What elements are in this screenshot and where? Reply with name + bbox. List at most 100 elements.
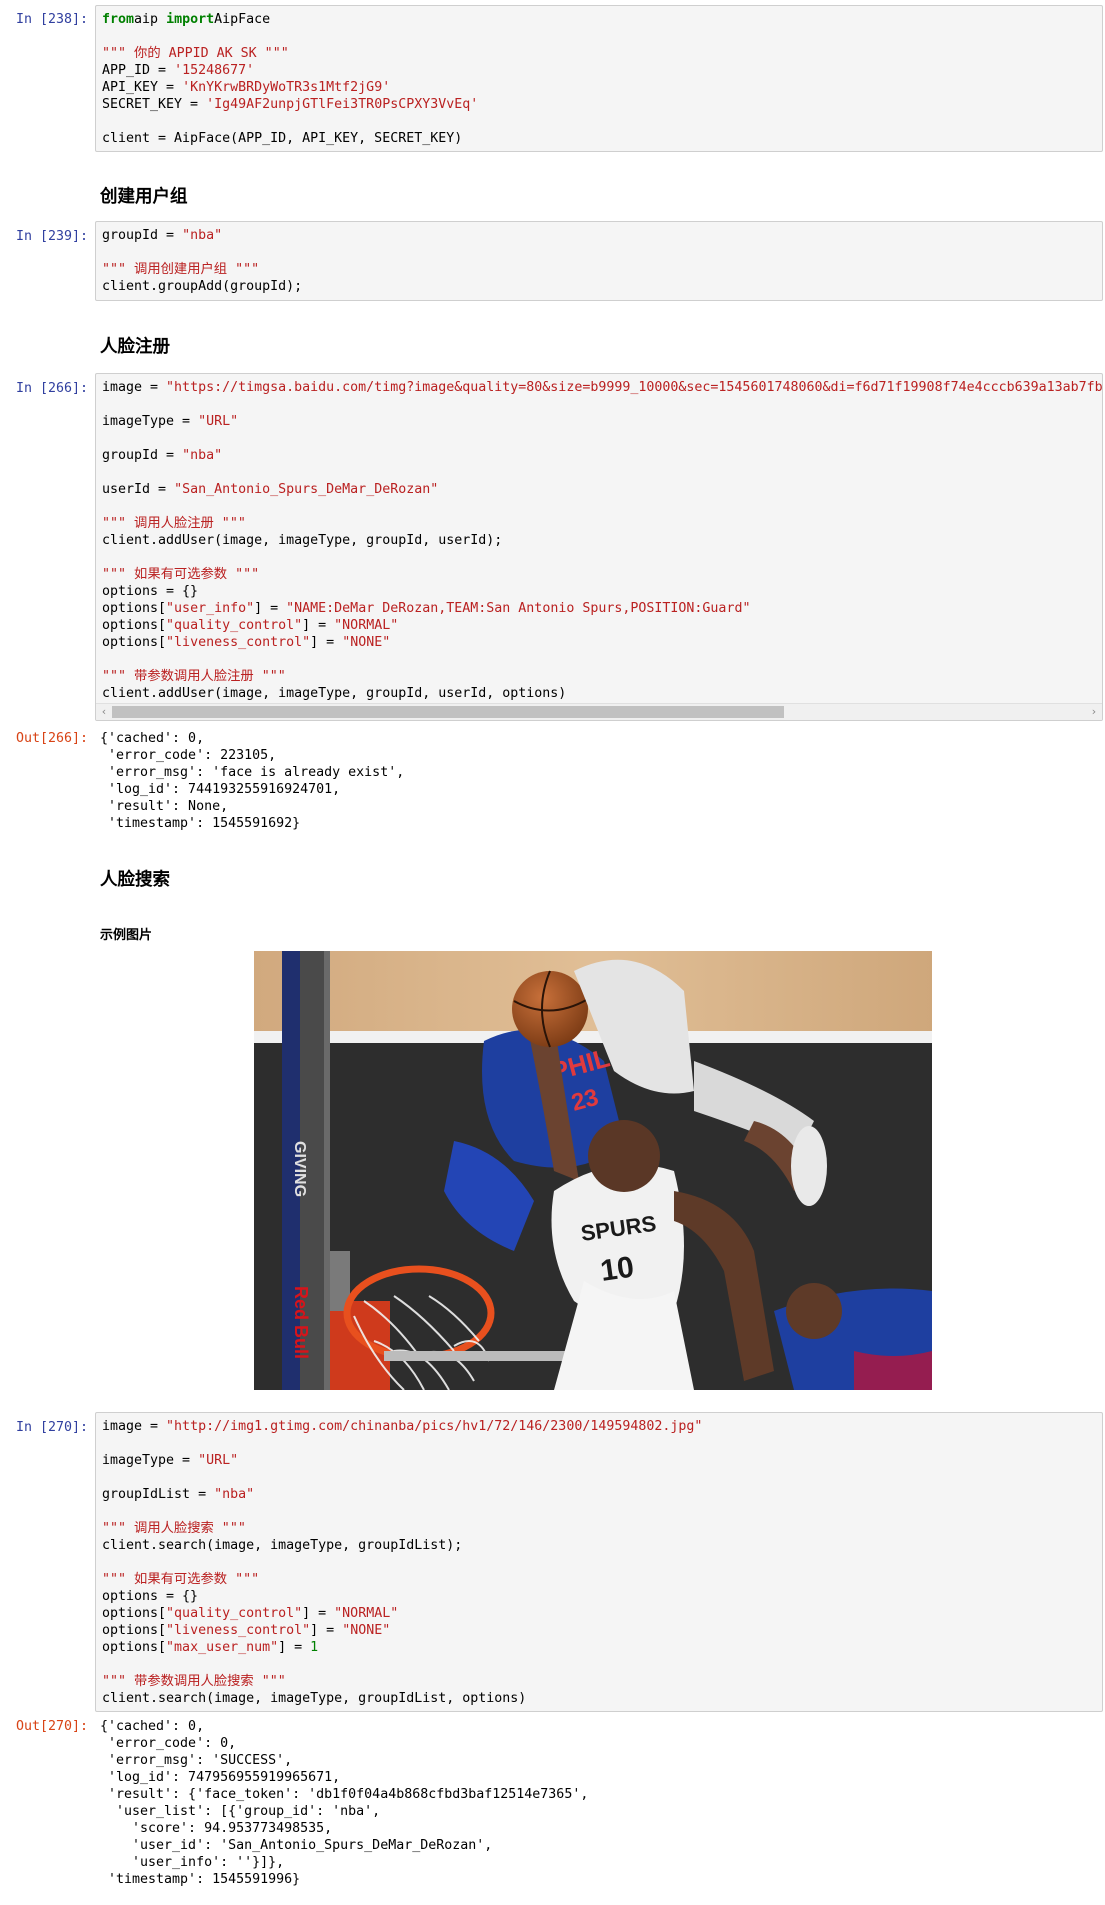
code-token: ] = — [310, 635, 343, 650]
scrollbar-thumb[interactable] — [112, 706, 784, 718]
code-token: """ 调用人脸搜索 """ — [102, 1521, 246, 1536]
code-editor-266[interactable]: image = "https://timgsa.baidu.com/timg?i… — [96, 374, 1102, 707]
input-prompt-270: In [270]: — [15, 1420, 88, 1435]
code-line: APP_ID = '15248677' — [102, 62, 1096, 79]
code-line: client.search(image, imageType, groupIdL… — [102, 1537, 1096, 1554]
code-token: imageType = — [102, 414, 199, 429]
code-token: image = — [102, 1419, 167, 1434]
code-token: options[ — [102, 635, 167, 650]
code-line: options["quality_control"] = "NORMAL" — [102, 617, 1096, 634]
scroll-right-icon[interactable]: › — [1086, 704, 1102, 720]
output-266: {'cached': 0, 'error_code': 223105, 'err… — [100, 731, 405, 831]
example-basketball-photo: Red Bull GIVING Red Bull — [254, 951, 932, 1390]
code-line: """ 你的 APPID AK SK """ — [102, 45, 1096, 62]
code-token: options = {} — [102, 1589, 199, 1604]
horizontal-scrollbar[interactable]: ‹ › — [96, 703, 1102, 720]
code-token: "nba" — [214, 1487, 255, 1502]
code-token: import — [166, 12, 215, 27]
code-line: """ 调用人脸搜索 """ — [102, 1520, 1096, 1537]
code-token: options[ — [102, 1606, 167, 1621]
code-line: groupIdList = "nba" — [102, 1486, 1096, 1503]
code-token: client.search(image, imageType, groupIdL… — [102, 1691, 527, 1706]
code-token: client.groupAdd(groupId); — [102, 279, 303, 294]
code-line: options = {} — [102, 583, 1096, 600]
code-token: image = — [102, 380, 167, 395]
code-token: ] = — [310, 1623, 343, 1638]
code-token: APP_ID = — [102, 63, 175, 78]
code-token: "NAME:DeMar DeRozan,TEAM:San Antonio Spu… — [286, 601, 751, 616]
code-token: "San_Antonio_Spurs_DeMar_DeRozan" — [174, 482, 439, 497]
code-cell-239[interactable]: groupId = "nba" """ 调用创建用户组 """ client.gro… — [95, 221, 1103, 301]
code-token: "liveness_control" — [166, 635, 311, 650]
code-line: image = "http://img1.gtimg.com/chinanba/… — [102, 1418, 1096, 1435]
code-line: """ 带参数调用人脸搜索 """ — [102, 1673, 1096, 1690]
code-line: SECRET_KEY = 'Ig49AF2unpjGTlFei3TR0PsCPX… — [102, 96, 1096, 113]
code-token: ] = — [278, 1640, 311, 1655]
code-line: options["max_user_num"] = 1 — [102, 1639, 1096, 1656]
code-token: SECRET_KEY = — [102, 97, 207, 112]
output-270: {'cached': 0, 'error_code': 0, 'error_ms… — [100, 1719, 589, 1887]
code-token: """ 如果有可选参数 """ — [102, 1572, 260, 1587]
code-line: """ 如果有可选参数 """ — [102, 566, 1096, 583]
code-token: """ 如果有可选参数 """ — [102, 567, 260, 582]
code-editor-238[interactable]: fromaip importAipFace """ 你的 APPID AK SK … — [96, 6, 1102, 151]
input-prompt-266: In [266]: — [15, 381, 88, 396]
code-token: groupId = — [102, 448, 183, 463]
code-token: options[ — [102, 618, 167, 633]
code-token: options = {} — [102, 584, 199, 599]
code-token: "https://timgsa.baidu.com/timg?image&qua… — [166, 380, 1103, 395]
code-token: imageType = — [102, 1453, 199, 1468]
code-line: """ 调用创建用户组 """ — [102, 261, 1096, 278]
code-line: image = "https://timgsa.baidu.com/timg?i… — [102, 379, 1102, 396]
code-token: "NORMAL" — [334, 618, 399, 633]
code-token: "URL" — [198, 414, 239, 429]
photo-illustration: Red Bull GIVING Red Bull — [254, 951, 932, 1390]
code-token: ] = — [254, 601, 287, 616]
code-token: """ 带参数调用人脸注册 """ — [102, 669, 286, 684]
output-prompt-266: Out[266]: — [15, 731, 88, 746]
spurs-jersey-number: 10 — [598, 1251, 636, 1288]
code-line: imageType = "URL" — [102, 413, 1096, 430]
code-line: options["user_info"] = "NAME:DeMar DeRoz… — [102, 600, 1096, 617]
code-line: imageType = "URL" — [102, 1452, 1096, 1469]
code-token: groupIdList = — [102, 1487, 215, 1502]
code-token: options[ — [102, 1640, 167, 1655]
code-token: "URL" — [198, 1453, 239, 1468]
code-token: client.search(image, imageType, groupIdL… — [102, 1538, 463, 1553]
code-cell-270[interactable]: image = "http://img1.gtimg.com/chinanba/… — [95, 1412, 1103, 1712]
code-line: client.addUser(image, imageType, groupId… — [102, 532, 1096, 549]
code-token: client.addUser(image, imageType, groupId… — [102, 533, 503, 548]
code-line: options["liveness_control"] = "NONE" — [102, 1622, 1096, 1639]
pole-text-3: Red Bull — [291, 1286, 311, 1359]
heading-example-image: 示例图片 — [100, 928, 153, 943]
code-cell-238[interactable]: fromaip importAipFace """ 你的 APPID AK SK … — [95, 5, 1103, 152]
code-editor-239[interactable]: groupId = "nba" """ 调用创建用户组 """ client.gro… — [96, 222, 1102, 300]
code-token: 'Ig49AF2unpjGTlFei3TR0PsCPXY3VvEq' — [206, 97, 479, 112]
pole-text-2: GIVING — [291, 1141, 308, 1197]
code-token: "nba" — [182, 448, 223, 463]
code-token: "max_user_num" — [166, 1640, 279, 1655]
code-token: AipFace — [214, 12, 271, 27]
code-token: groupId = — [102, 228, 183, 243]
code-token: "http://img1.gtimg.com/chinanba/pics/hv1… — [166, 1419, 703, 1434]
scroll-left-icon[interactable]: ‹ — [96, 704, 112, 720]
code-token: API_KEY = — [102, 80, 183, 95]
code-token: from — [102, 12, 135, 27]
code-cell-266[interactable]: image = "https://timgsa.baidu.com/timg?i… — [95, 373, 1103, 721]
code-editor-270[interactable]: image = "http://img1.gtimg.com/chinanba/… — [96, 1413, 1102, 1711]
code-token: "liveness_control" — [166, 1623, 311, 1638]
code-token: """ 调用人脸注册 """ — [102, 516, 246, 531]
code-token: "user_info" — [166, 601, 255, 616]
code-token: options[ — [102, 1623, 167, 1638]
code-line: groupId = "nba" — [102, 447, 1096, 464]
code-token: """ 调用创建用户组 """ — [102, 262, 260, 277]
